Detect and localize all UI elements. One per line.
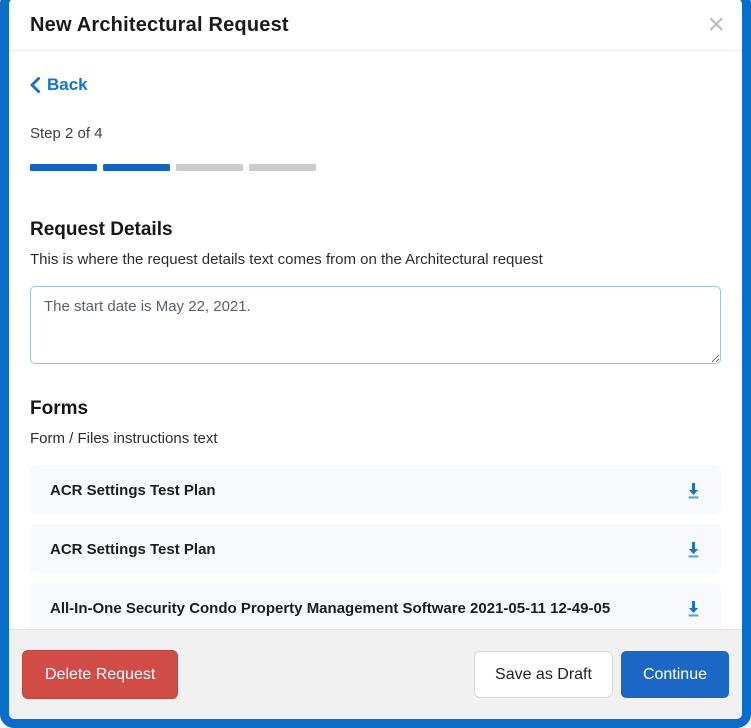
- progress-bar: [30, 164, 721, 171]
- progress-segment: [30, 164, 97, 171]
- file-list: ACR Settings Test Plan ACR Settings Test…: [30, 465, 721, 629]
- progress-segment: [103, 164, 170, 171]
- close-icon[interactable]: ×: [705, 10, 727, 40]
- file-row: All-In-One Security Condo Property Manag…: [30, 583, 721, 629]
- file-name: ACR Settings Test Plan: [50, 540, 216, 558]
- progress-segment: [249, 164, 316, 171]
- footer-right-group: Save as Draft Continue: [474, 651, 729, 698]
- modal-body: Back Step 2 of 4 Request Details This is…: [0, 51, 751, 629]
- forms-heading: Forms: [30, 398, 89, 419]
- delete-request-button[interactable]: Delete Request: [22, 650, 179, 699]
- download-icon[interactable]: [682, 478, 705, 503]
- new-architectural-request-modal: New Architectural Request × Back Step 2 …: [0, 0, 751, 719]
- download-icon[interactable]: [682, 537, 705, 562]
- continue-button[interactable]: Continue: [620, 651, 729, 698]
- step-indicator: Step 2 of 4: [30, 125, 103, 142]
- file-row: ACR Settings Test Plan: [30, 465, 721, 515]
- download-icon[interactable]: [682, 596, 705, 621]
- request-details-textarea[interactable]: The start date is May 22, 2021.: [30, 286, 721, 364]
- file-name: ACR Settings Test Plan: [50, 481, 216, 499]
- progress-segment: [176, 164, 243, 171]
- modal-title: New Architectural Request: [30, 13, 289, 36]
- request-details-heading: Request Details: [30, 219, 173, 240]
- modal-footer: Delete Request Save as Draft Continue: [0, 629, 751, 719]
- forms-instructions: Form / Files instructions text: [30, 430, 218, 447]
- file-name: All-In-One Security Condo Property Manag…: [50, 599, 611, 617]
- request-details-description: This is where the request details text c…: [30, 251, 543, 268]
- file-row: ACR Settings Test Plan: [30, 524, 721, 574]
- back-link[interactable]: Back: [30, 75, 88, 95]
- back-label: Back: [47, 75, 88, 94]
- modal-header: New Architectural Request ×: [0, 0, 751, 51]
- chevron-left-icon: [30, 77, 40, 93]
- save-as-draft-button[interactable]: Save as Draft: [474, 651, 613, 698]
